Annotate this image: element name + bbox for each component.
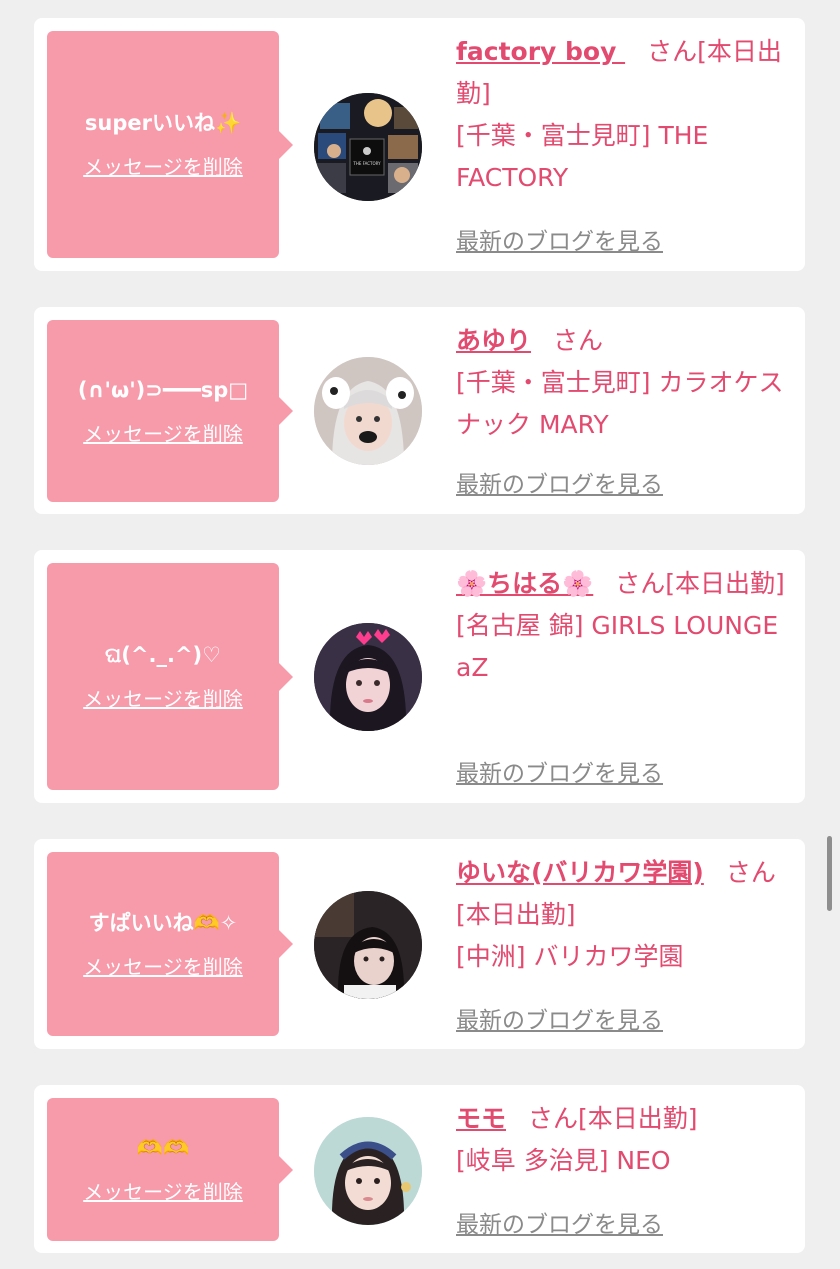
user-info: モモ さん[本日出勤] [岐阜 多治見] NEO	[456, 1098, 788, 1182]
user-info: factory boy さん[本日出勤] [千葉・富士見町] THE FACTO…	[456, 31, 788, 199]
delete-message-link[interactable]: メッセージを削除	[83, 418, 243, 447]
avatar-image: THE FACTORY	[314, 93, 422, 201]
shop-location: [千葉・富士見町] THE FACTORY	[456, 121, 709, 192]
user-name-link[interactable]: あゆり	[456, 326, 531, 355]
shop-location: [千葉・富士見町] カラオケスナック MARY	[456, 368, 784, 439]
message-card: 🫶🫶 メッセージを削除 モモ さん[本日出勤] [岐阜 多治見] NEO 最新のブ…	[34, 1085, 805, 1253]
delete-message-link[interactable]: メッセージを削除	[83, 1176, 243, 1205]
user-info: ゆいな(バリカワ学園) さん [本日出勤] [中洲] バリカワ学園	[456, 852, 788, 978]
latest-blog-link[interactable]: 最新のブログを見る	[456, 1001, 663, 1035]
honorific: さん	[725, 858, 776, 887]
avatar[interactable]	[314, 623, 422, 731]
shop-location: [中洲] バリカワ学園	[456, 942, 684, 971]
latest-blog-link[interactable]: 最新のブログを見る	[456, 754, 663, 788]
message-bubble: (∩'ω')⊃━━━sp□ メッセージを削除	[47, 320, 293, 502]
message-text: superいいね✨	[84, 111, 242, 135]
honorific: さん	[647, 37, 698, 66]
message-text: ଘ(^._.^)♡	[105, 643, 221, 667]
message-bubble: superいいね✨ メッセージを削除	[47, 31, 293, 258]
avatar-image	[314, 357, 422, 465]
message-bubble: 🫶🫶 メッセージを削除	[47, 1098, 293, 1241]
attendance-status: [本日出勤]	[665, 569, 785, 598]
attendance-status: [本日出勤]	[456, 900, 576, 929]
user-info: あゆり さん [千葉・富士見町] カラオケスナック MARY	[456, 320, 788, 446]
message-text: (∩'ω')⊃━━━sp□	[77, 377, 249, 402]
scrollbar[interactable]	[827, 836, 832, 911]
message-card: (∩'ω')⊃━━━sp□ メッセージを削除 あゆり さん [千葉・富士見町] カ…	[34, 307, 805, 514]
delete-message-link[interactable]: メッセージを削除	[83, 951, 243, 980]
avatar-image	[314, 623, 422, 731]
avatar-image	[314, 891, 422, 999]
delete-message-link[interactable]: メッセージを削除	[83, 683, 243, 712]
message-card: ଘ(^._.^)♡ メッセージを削除 🌸ちはる🌸 さん[本日出勤] [名古屋 錦]…	[34, 550, 805, 803]
message-text: 🫶🫶	[136, 1136, 190, 1160]
avatar[interactable]	[314, 1117, 422, 1225]
message-bubble: すぱいいね🫶✧ メッセージを削除	[47, 852, 293, 1036]
message-bubble: ଘ(^._.^)♡ メッセージを削除	[47, 563, 293, 790]
avatar[interactable]	[314, 891, 422, 999]
avatar-image	[314, 1117, 422, 1225]
user-name-link[interactable]: ゆいな(バリカワ学園)	[456, 858, 704, 887]
attendance-status: [本日出勤]	[578, 1104, 698, 1133]
avatar-caption: THE FACTORY	[352, 161, 381, 166]
user-info: 🌸ちはる🌸 さん[本日出勤] [名古屋 錦] GIRLS LOUNGE aZ	[456, 563, 788, 689]
message-card: superいいね✨ メッセージを削除 THE FACTORY factory b…	[34, 18, 805, 271]
delete-message-link[interactable]: メッセージを削除	[83, 151, 243, 180]
shop-location: [名古屋 錦] GIRLS LOUNGE aZ	[456, 611, 779, 682]
avatar[interactable]	[314, 357, 422, 465]
shop-location: [岐阜 多治見] NEO	[456, 1146, 671, 1175]
message-text: すぱいいね🫶✧	[88, 910, 238, 935]
avatar[interactable]: THE FACTORY	[314, 93, 422, 201]
honorific: さん	[528, 1104, 579, 1133]
latest-blog-link[interactable]: 最新のブログを見る	[456, 465, 663, 499]
latest-blog-link[interactable]: 最新のブログを見る	[456, 222, 663, 256]
message-card: すぱいいね🫶✧ メッセージを削除 ゆいな(バリカワ学園) さん [本日出勤] [中洲…	[34, 839, 805, 1049]
latest-blog-link[interactable]: 最新のブログを見る	[456, 1205, 663, 1239]
user-name-link[interactable]: factory boy	[456, 37, 625, 66]
honorific: さん	[615, 569, 666, 598]
user-name-link[interactable]: モモ	[456, 1104, 506, 1133]
user-name-link[interactable]: 🌸ちはる🌸	[456, 569, 593, 598]
honorific: さん	[553, 326, 604, 355]
